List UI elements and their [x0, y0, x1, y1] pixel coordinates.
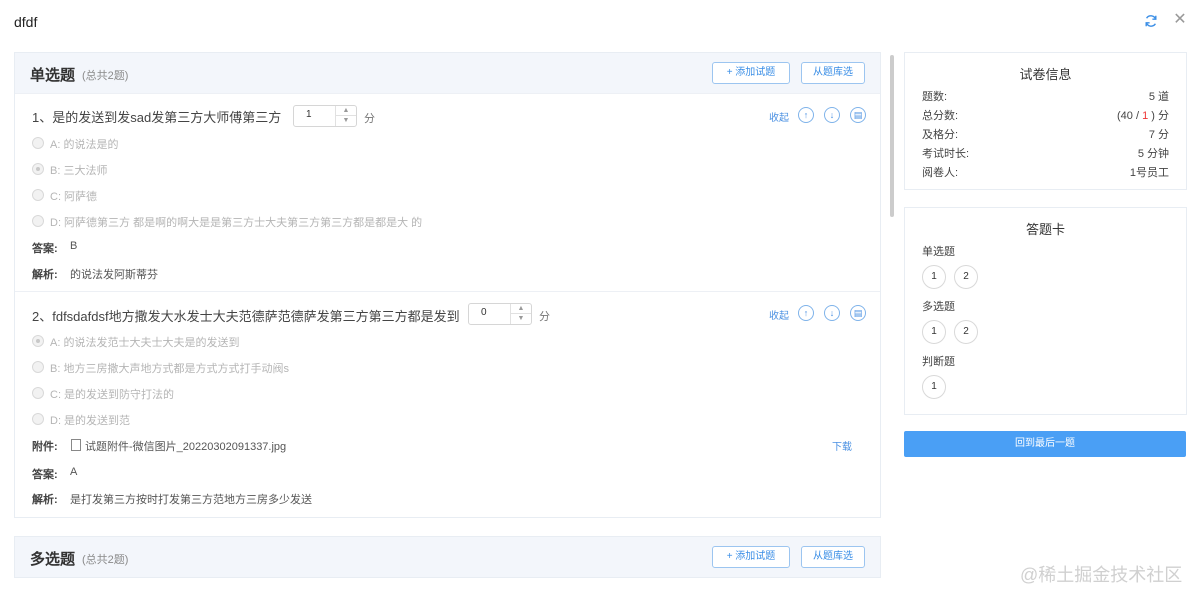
refresh-icon[interactable]: [1143, 13, 1159, 29]
collapse-link[interactable]: 收起: [769, 307, 789, 322]
stepper-down-icon[interactable]: ▼: [336, 116, 356, 126]
move-down-icon[interactable]: ↓: [824, 305, 840, 321]
radio-checked-icon: [32, 163, 44, 175]
stepper-up-icon[interactable]: ▲: [511, 304, 531, 314]
section-header: 多选题 (总共2题) + 添加试题 从题库选: [15, 537, 880, 577]
radio-icon: [32, 215, 44, 227]
analysis-value: 的说法发阿斯蒂芬: [70, 269, 158, 281]
option-c[interactable]: C: 阿萨德: [32, 188, 97, 204]
group-label: 判断题: [922, 356, 955, 368]
answer-label: 答案:: [32, 243, 58, 255]
group-label: 多选题: [922, 301, 955, 313]
panel-title: 试卷信息: [1019, 67, 1072, 82]
score-stepper[interactable]: 1 ▲ ▼: [293, 105, 357, 127]
score-value: 1: [306, 109, 312, 120]
section-single-choice: 单选题 (总共2题) + 添加试题 从题库选 1、是的发送到发sad发第三方大师…: [14, 52, 881, 518]
scrollbar[interactable]: [890, 55, 894, 217]
option-a[interactable]: A: 的说法是的: [32, 136, 118, 152]
answer-value: A: [70, 466, 78, 478]
score-unit: 分: [539, 311, 550, 323]
attachment-name[interactable]: 试题附件-微信图片_20220302091337.jpg: [85, 438, 286, 454]
stepper-up-icon[interactable]: ▲: [336, 106, 356, 116]
move-down-icon[interactable]: ↓: [824, 107, 840, 123]
select-from-bank-button[interactable]: 从题库选: [801, 62, 865, 84]
radio-icon: [32, 361, 44, 373]
answer-card-number[interactable]: 1: [922, 375, 946, 399]
radio-checked-icon: [32, 335, 44, 347]
answer-card-panel: 答题卡 单选题 1 2 多选题 1 2 判断题 1: [904, 207, 1187, 415]
answer-label: 答案:: [32, 469, 58, 481]
section-header: 单选题 (总共2题) + 添加试题 从题库选: [15, 53, 880, 94]
answer-card-number[interactable]: 2: [954, 320, 978, 344]
watermark: @稀土掘金技术社区: [1020, 565, 1183, 585]
dialog-title: dfdf: [14, 14, 38, 30]
question-title: 2、fdfsdafdsf地方撒发大水发士大夫范德萨范德萨发第三方第三方都是发到: [32, 309, 460, 324]
answer-card-number[interactable]: 1: [922, 320, 946, 344]
option-b[interactable]: B: 三大法师: [32, 162, 107, 178]
section-title: 单选题: [30, 67, 76, 84]
score-stepper[interactable]: 0 ▲ ▼: [468, 303, 532, 325]
analysis-label: 解析:: [32, 269, 58, 281]
section-multiple-choice: 多选题 (总共2题) + 添加试题 从题库选: [14, 536, 881, 578]
answer-card-number[interactable]: 1: [922, 265, 946, 289]
analysis-value: 是打发第三方按时打发第三方范地方三房多少发送: [70, 494, 312, 506]
option-c[interactable]: C: 是的发送到防守打法的: [32, 386, 174, 402]
move-up-icon[interactable]: ↑: [798, 305, 814, 321]
option-d[interactable]: D: 是的发送到范: [32, 412, 130, 428]
move-up-icon[interactable]: ↑: [798, 107, 814, 123]
section-count: (总共2题): [82, 70, 129, 82]
score-unit: 分: [364, 113, 375, 125]
add-question-button[interactable]: + 添加试题: [712, 546, 790, 568]
question-title: 1、是的发送到发sad发第三方大师傅第三方: [32, 110, 282, 125]
add-question-button[interactable]: + 添加试题: [712, 62, 790, 84]
collapse-link[interactable]: 收起: [769, 109, 789, 124]
exam-info-panel: 试卷信息 题数: 5 道 总分数: (40 / 1 ) 分 及格分: 7 分 考…: [904, 52, 1187, 190]
question-item: 1、是的发送到发sad发第三方大师傅第三方 1 ▲ ▼ 分 收起 ↑ ↓ ▤ A:…: [15, 94, 880, 292]
section-title: 多选题: [30, 551, 76, 568]
back-to-last-question-button[interactable]: 回到最后一题: [904, 431, 1186, 457]
close-icon[interactable]: ✕: [1172, 12, 1188, 28]
attachment-label: 附件:: [32, 441, 58, 453]
question-list: 单选题 (总共2题) + 添加试题 从题库选 1、是的发送到发sad发第三方大师…: [14, 52, 881, 598]
question-item: 2、fdfsdafdsf地方撒发大水发士大夫范德萨范德萨发第三方第三方都是发到 …: [15, 292, 880, 517]
download-link[interactable]: 下载: [832, 438, 852, 453]
radio-icon: [32, 137, 44, 149]
file-icon: [71, 439, 81, 451]
section-count: (总共2题): [82, 554, 129, 566]
option-b[interactable]: B: 地方三房撒大声地方式都是方式方式打手动阀s: [32, 360, 289, 376]
dialog-header: dfdf ✕: [0, 0, 1200, 44]
stepper-down-icon[interactable]: ▼: [511, 314, 531, 324]
analysis-label: 解析:: [32, 494, 58, 506]
delete-icon[interactable]: ▤: [850, 305, 866, 321]
answer-value: B: [70, 240, 78, 252]
delete-icon[interactable]: ▤: [850, 107, 866, 123]
group-label: 单选题: [922, 246, 955, 258]
answer-card-number[interactable]: 2: [954, 265, 978, 289]
radio-icon: [32, 189, 44, 201]
radio-icon: [32, 387, 44, 399]
radio-icon: [32, 413, 44, 425]
score-value: 0: [481, 307, 487, 318]
panel-title: 答题卡: [1025, 222, 1065, 237]
option-d[interactable]: D: 阿萨德第三方 都是啊的啊大是是第三方士大夫第三方第三方都是都是大 的: [32, 214, 422, 230]
select-from-bank-button[interactable]: 从题库选: [801, 546, 865, 568]
option-a[interactable]: A: 的说法发范士大夫士大夫是的发送到: [32, 334, 239, 350]
